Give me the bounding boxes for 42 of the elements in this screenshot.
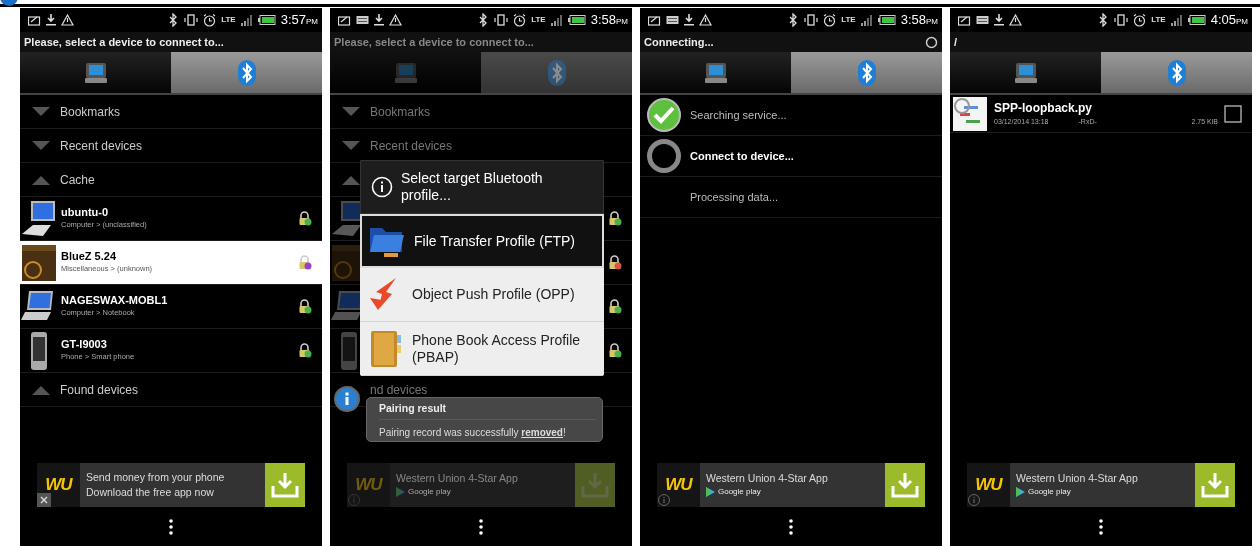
device-name: GT-I9003 [61,338,108,352]
section-label: Recent devices [60,137,143,155]
screen-title: Please, select a device to connect to... [334,34,534,50]
device-name: ubuntu-0 [61,206,110,220]
section-label: Cache [60,171,95,189]
screen-title: Connecting... [644,34,714,50]
section-label: Found devices [60,381,139,399]
clock-time: 4:05PM [1210,11,1248,30]
section-label: Recent devices [370,137,453,155]
ad-text: Western Union 4-Star App [1016,471,1139,485]
device-name: BlueZ 5.24 [61,250,118,264]
clock-time: 3:58PM [590,11,628,30]
network-type-label: LTE [841,16,856,24]
network-type-label: LTE [1151,16,1166,24]
device-name: NAGESWAX-MOBL1 [61,294,169,308]
store-label: Google play [408,486,451,499]
ad-text: Western Union 4-Star App [396,471,519,485]
network-type-label: LTE [531,16,546,24]
ad-logo: WU [37,463,80,507]
dialog-title: Select target Bluetooth profile... [401,170,544,204]
toast-title: Pairing result [379,401,596,420]
network-type-label: LTE [221,16,236,24]
section-label: Bookmarks [370,103,431,121]
clock-time: 3:58PM [900,11,938,30]
clock-time: 3:57PM [280,11,318,30]
toast-message: Pairing record was successfully removed! [379,426,567,440]
store-label: Google play [1028,486,1071,499]
ad-logo: WU [347,463,390,507]
step-label: Searching service... [690,107,787,123]
file-name: SPP-loopback.py [994,100,1094,118]
ad-text: Download the free app now [86,486,215,499]
section-label: nd devices [370,381,428,399]
ad-logo: WU [657,463,700,507]
ad-text: Western Union 4-Star App [706,471,829,485]
ad-logo: WU [967,463,1010,507]
screen-title: / [954,34,958,50]
ad-text: Send money from your phone [86,471,226,484]
store-label: Google play [718,486,761,499]
section-label: Bookmarks [60,103,121,121]
step-label: Connect to device... [690,148,794,164]
step-label: Processing data... [690,189,779,205]
screen-title: Please, select a device to connect to... [24,34,224,50]
